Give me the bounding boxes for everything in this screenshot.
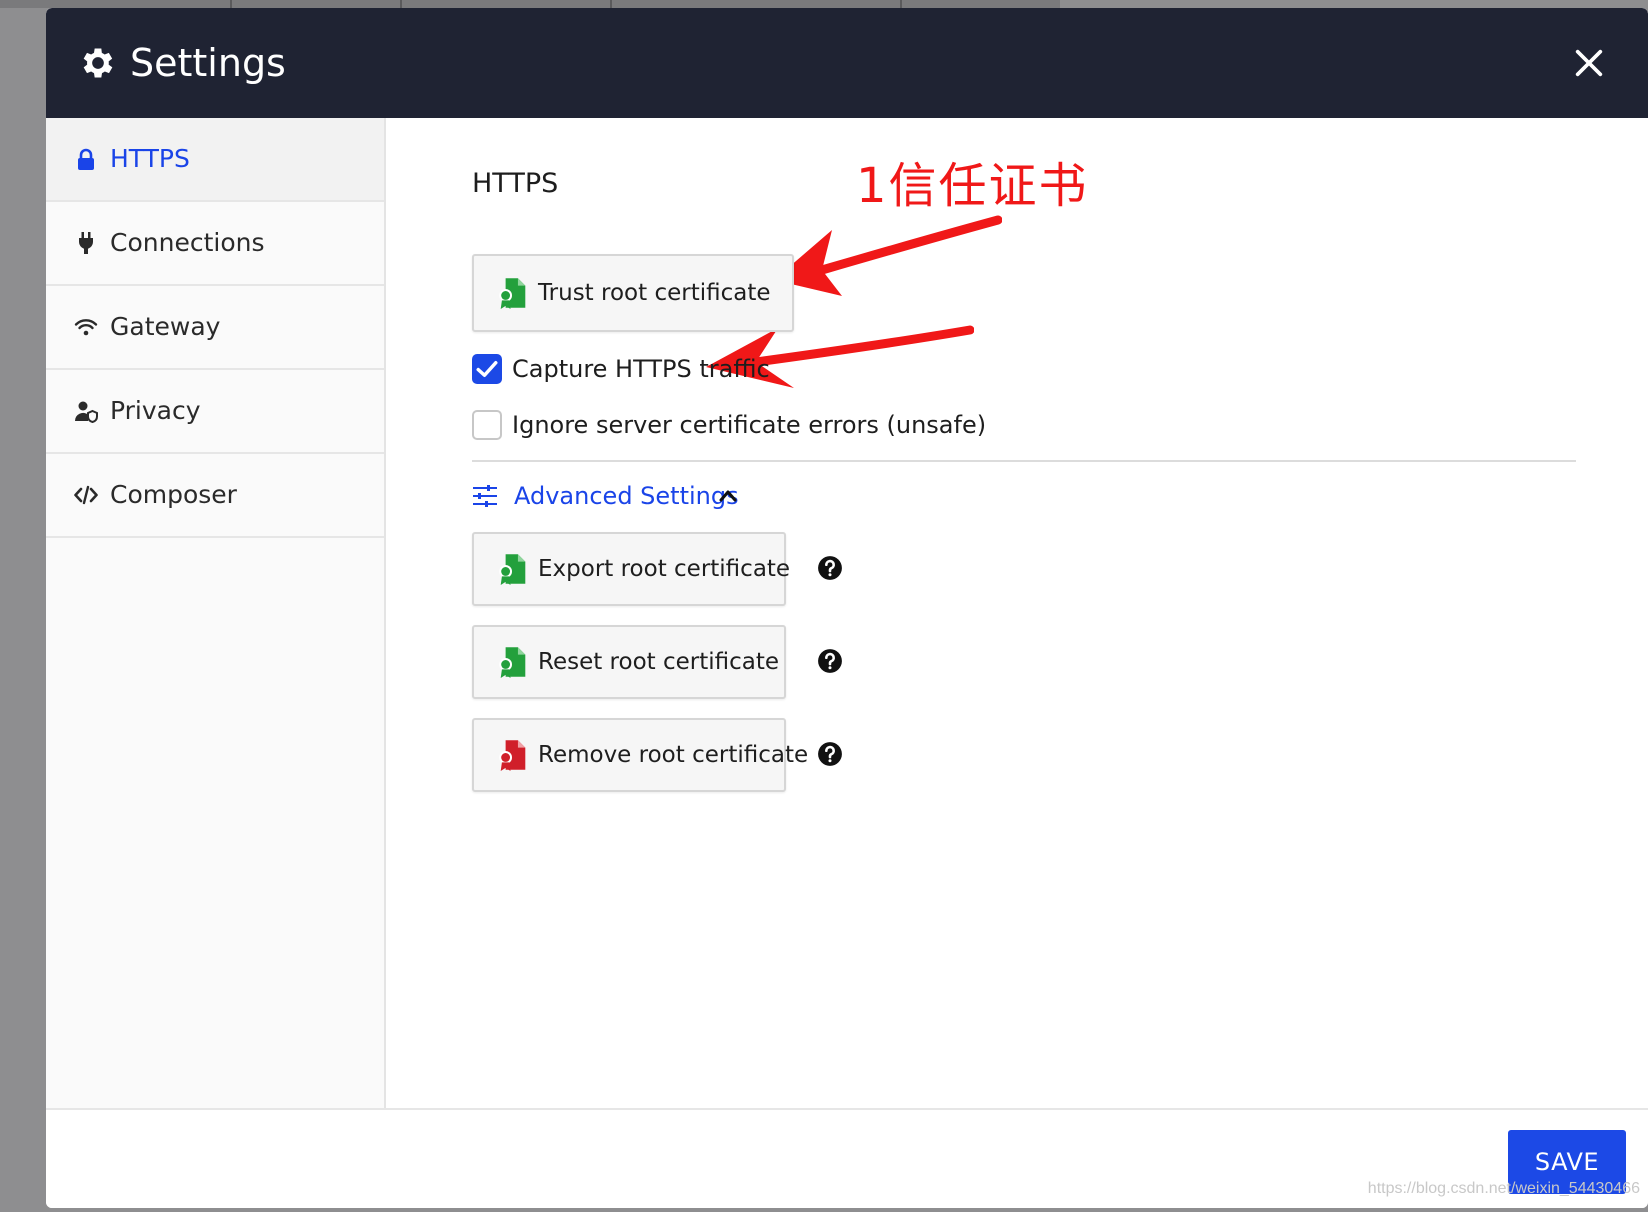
remove-root-certificate-button[interactable]: Remove root certificate: [472, 718, 808, 792]
close-icon[interactable]: [1572, 46, 1606, 80]
help-icon[interactable]: [817, 555, 843, 581]
certificate-icon: [499, 278, 526, 309]
advanced-settings-toggle[interactable]: Advanced Settings: [472, 478, 742, 514]
checkbox-checked[interactable]: [472, 354, 502, 384]
ignore-cert-errors-checkbox[interactable]: Ignore server certificate errors (unsafe…: [472, 408, 986, 442]
trust-root-certificate-button[interactable]: Trust root certificate: [472, 254, 794, 332]
sidebar-item-connections[interactable]: Connections: [46, 202, 384, 286]
settings-sidebar: HTTPS Connections Gateway Privacy Compos…: [46, 118, 386, 1108]
sidebar-item-label: Connections: [110, 228, 265, 257]
sidebar-item-https[interactable]: HTTPS: [46, 118, 384, 202]
sidebar-item-label: Gateway: [110, 312, 221, 341]
checkbox-unchecked[interactable]: [472, 410, 502, 440]
button-label: Remove root certificate: [538, 742, 809, 768]
dialog-title: Settings: [130, 41, 286, 85]
sidebar-item-privacy[interactable]: Privacy: [46, 370, 384, 454]
wifi-icon: [74, 319, 98, 336]
sidebar-item-gateway[interactable]: Gateway: [46, 286, 384, 370]
watermark: https://blog.csdn.net/weixin_54430466: [1367, 1180, 1640, 1197]
gear-icon: [83, 48, 113, 78]
sidebar-item-label: Composer: [110, 480, 237, 509]
settings-dialog: Settings HTTPS Connections Gateway Priva…: [46, 8, 1648, 1208]
code-icon: [74, 485, 98, 505]
certificate-icon: [499, 647, 526, 678]
dialog-header: Settings: [46, 8, 1648, 118]
certificate-icon: [499, 740, 526, 771]
section-divider: [472, 460, 1576, 462]
background-window-strip: [0, 0, 1060, 8]
annotation-arrow-1: [774, 215, 1002, 296]
checkbox-label: Capture HTTPS traffic: [512, 355, 770, 383]
button-label: Export root certificate: [538, 556, 791, 582]
user-shield-icon: [74, 401, 98, 423]
sidebar-item-composer[interactable]: Composer: [46, 454, 384, 538]
button-label: Trust root certificate: [538, 280, 771, 306]
reset-root-certificate-button[interactable]: Reset root certificate: [472, 625, 786, 699]
plug-icon: [79, 232, 93, 254]
chevron-up-icon: [719, 490, 737, 502]
button-label: Reset root certificate: [538, 649, 780, 675]
checkbox-label: Ignore server certificate errors (unsafe…: [512, 411, 987, 439]
annotation-label: 1信任证书: [856, 158, 1089, 214]
lock-icon: [78, 148, 94, 170]
certificate-icon: [499, 554, 526, 585]
export-root-certificate-button[interactable]: Export root certificate: [472, 532, 790, 606]
sidebar-item-label: HTTPS: [110, 144, 190, 173]
checkmark-icon: [476, 361, 498, 377]
settings-main-panel: HTTPS 1信任证书 Trust root certificate Captu…: [386, 118, 1648, 1108]
section-title: HTTPS: [472, 168, 559, 199]
help-icon[interactable]: [817, 741, 843, 767]
capture-https-checkbox[interactable]: Capture HTTPS traffic: [472, 352, 772, 386]
dialog-footer: SAVE https://blog.csdn.net/weixin_544304…: [46, 1108, 1648, 1208]
sliders-icon: [473, 485, 497, 507]
sidebar-item-label: Privacy: [110, 396, 201, 425]
advanced-settings-label: Advanced Settings: [514, 482, 739, 510]
help-icon[interactable]: [817, 648, 843, 674]
